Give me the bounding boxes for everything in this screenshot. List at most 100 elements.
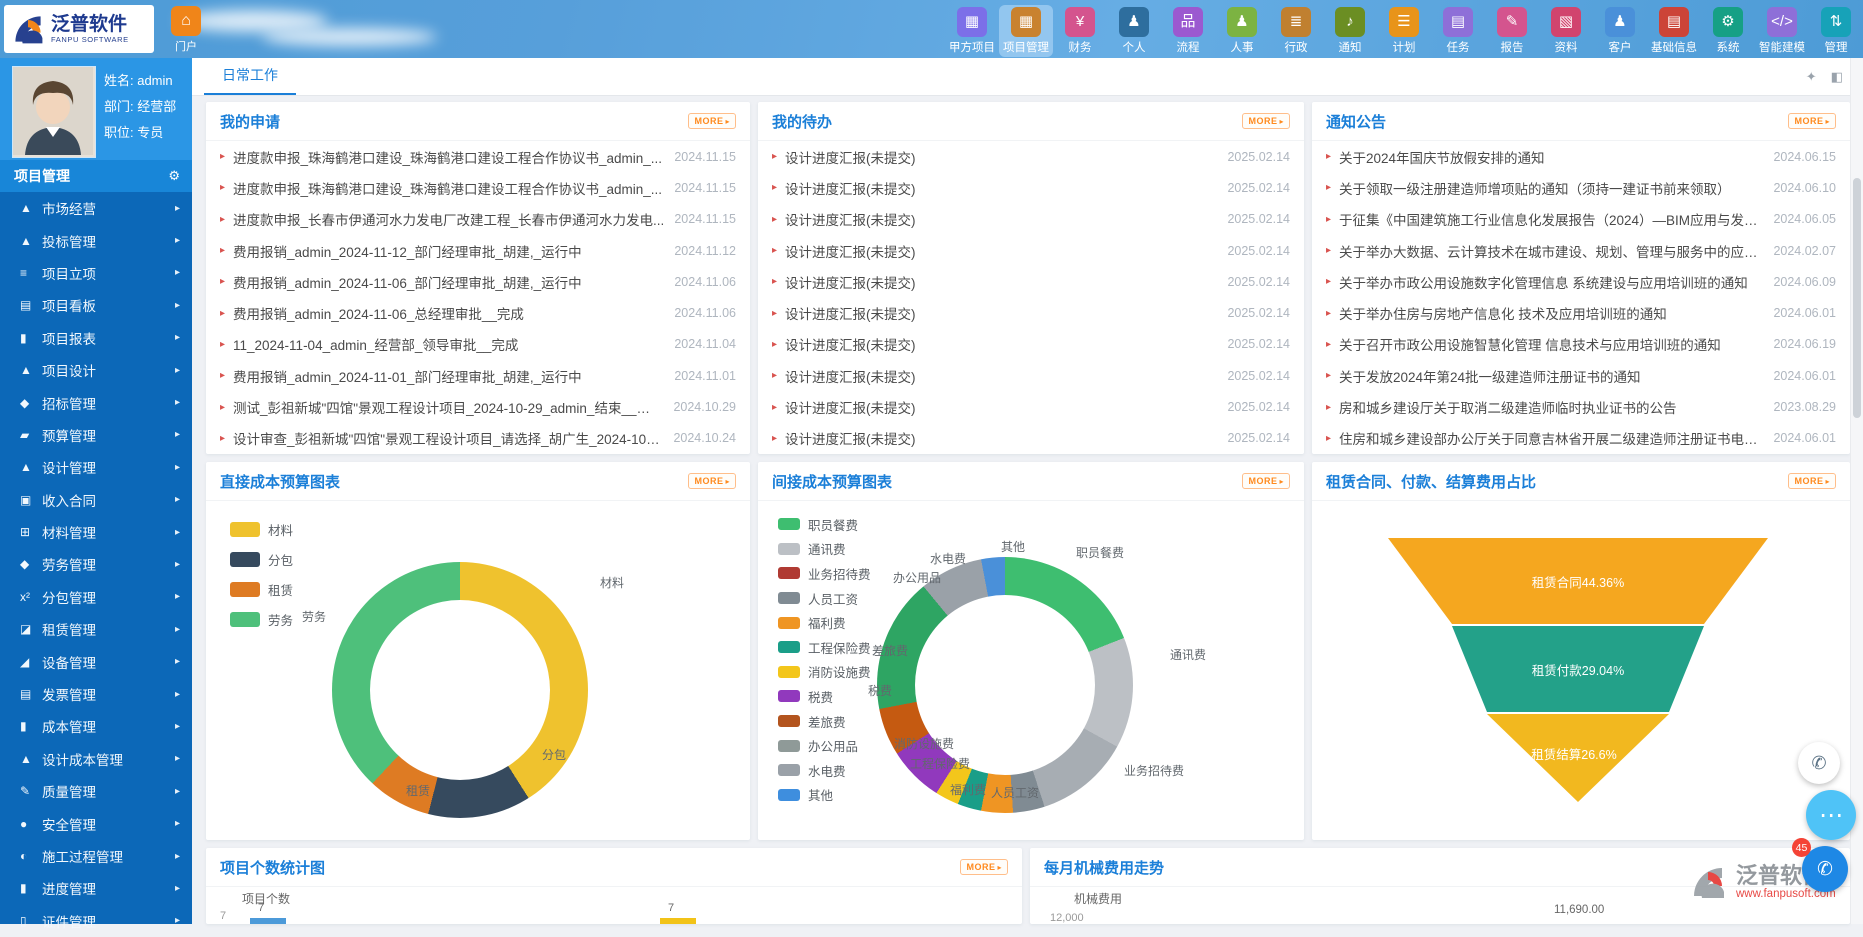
sidebar-menu-item[interactable]: ▲ 投标管理 ▸ bbox=[0, 224, 192, 256]
list-item[interactable]: ▸ 房和城乡建设厅关于取消二级建造师临时执业证书的公告 2023.08.29 bbox=[1312, 391, 1850, 422]
more-button[interactable]: MORE▸ bbox=[1788, 473, 1836, 489]
sidebar-menu-item[interactable]: ▲ 项目设计 ▸ bbox=[0, 354, 192, 386]
support-button[interactable]: ✆ bbox=[1798, 742, 1840, 784]
sidebar-menu-item[interactable]: ▰ 预算管理 ▸ bbox=[0, 419, 192, 451]
sidebar-menu-item[interactable]: x² 分包管理 ▸ bbox=[0, 581, 192, 613]
sidebar-menu-item[interactable]: ◆ 招标管理 ▸ bbox=[0, 386, 192, 418]
gear-icon[interactable]: ⚙ bbox=[168, 160, 180, 192]
legend-item[interactable]: 人员工资 bbox=[778, 586, 871, 611]
legend-item[interactable]: 材料 bbox=[230, 514, 293, 544]
more-button[interactable]: MORE▸ bbox=[1242, 473, 1290, 489]
list-item[interactable]: ▸ 设计进度汇报(未提交) 2025.02.14 bbox=[758, 235, 1304, 266]
legend-item[interactable]: 通讯费 bbox=[778, 537, 871, 562]
tab-daily-work[interactable]: 日常工作 bbox=[204, 58, 296, 95]
chat-button[interactable]: ⋯ bbox=[1806, 790, 1856, 840]
list-item[interactable]: ▸ 关于召开市政公用设施智慧化管理 信息技术与应用培训班的通知 2024.06.… bbox=[1312, 329, 1850, 360]
top-nav-item[interactable]: ☰ 计划 bbox=[1377, 5, 1431, 57]
legend-item[interactable]: 福利费 bbox=[778, 610, 871, 635]
list-item[interactable]: ▸ 设计进度汇报(未提交) 2025.02.14 bbox=[758, 297, 1304, 328]
legend-item[interactable]: 水电费 bbox=[778, 758, 871, 783]
sidebar-menu-item[interactable]: ⊞ 材料管理 ▸ bbox=[0, 516, 192, 548]
list-item[interactable]: ▸ 设计进度汇报(未提交) 2025.02.14 bbox=[758, 360, 1304, 391]
list-item[interactable]: ▸ 进度款申报_珠海鹤港口建设_珠海鹤港口建设工程合作协议书_admin_...… bbox=[206, 172, 750, 203]
list-item[interactable]: ▸ 进度款申报_珠海鹤港口建设_珠海鹤港口建设工程合作协议书_admin_...… bbox=[206, 141, 750, 172]
legend-item[interactable]: 其他 bbox=[778, 783, 871, 808]
top-nav-item[interactable]: 品 流程 bbox=[1161, 5, 1215, 57]
bar[interactable] bbox=[250, 918, 286, 924]
top-nav-item[interactable]: ♟ 客户 bbox=[1593, 5, 1647, 57]
list-item[interactable]: ▸ 设计审查_彭祖新城"四馆"景观工程设计项目_请选择_胡广生_2024-10-… bbox=[206, 423, 750, 454]
list-item[interactable]: ▸ 设计进度汇报(未提交) 2025.02.14 bbox=[758, 329, 1304, 360]
legend-item[interactable]: 租赁 bbox=[230, 574, 293, 604]
legend-item[interactable]: 消防设施费 bbox=[778, 660, 871, 685]
legend-item[interactable]: 业务招待费 bbox=[778, 561, 871, 586]
top-nav-item[interactable]: ▦ 甲方项目 bbox=[945, 5, 999, 57]
list-item[interactable]: ▸ 设计进度汇报(未提交) 2025.02.14 bbox=[758, 204, 1304, 235]
top-nav-item[interactable]: ▤ 基础信息 bbox=[1647, 5, 1701, 57]
sidebar-section-header[interactable]: 项目管理 ⚙ bbox=[0, 160, 192, 192]
legend-item[interactable]: 职员餐费 bbox=[778, 512, 871, 537]
notification-badge[interactable]: 45 bbox=[1792, 838, 1811, 857]
sidebar-menu-item[interactable]: ◆ 劳务管理 ▸ bbox=[0, 548, 192, 580]
sidebar-menu-item[interactable]: ▤ 项目看板 ▸ bbox=[0, 289, 192, 321]
more-button[interactable]: MORE▸ bbox=[1242, 113, 1290, 129]
sidebar-menu-item[interactable]: ▣ 收入合同 ▸ bbox=[0, 484, 192, 516]
list-item[interactable]: ▸ 费用报销_admin_2024-11-06_部门经理审批_胡建,_运行中 2… bbox=[206, 266, 750, 297]
list-item[interactable]: ▸ 测试_彭祖新城"四馆"景观工程设计项目_2024-10-29_admin_结… bbox=[206, 391, 750, 422]
sidebar-menu-item[interactable]: ▲ 设计成本管理 ▸ bbox=[0, 743, 192, 775]
legend-item[interactable]: 办公用品 bbox=[778, 733, 871, 758]
more-button[interactable]: MORE▸ bbox=[960, 859, 1008, 875]
list-item[interactable]: ▸ 关于举办大数据、云计算技术在城市建设、规划、管理与服务中的应用培训班... … bbox=[1312, 235, 1850, 266]
list-item[interactable]: ▸ 设计进度汇报(未提交) 2025.02.14 bbox=[758, 141, 1304, 172]
more-button[interactable]: MORE▸ bbox=[688, 473, 736, 489]
sidebar-menu-item[interactable]: ▲ 设计管理 ▸ bbox=[0, 451, 192, 483]
top-nav-item[interactable]: </> 智能建模 bbox=[1755, 5, 1809, 57]
legend-item[interactable]: 分包 bbox=[230, 544, 293, 574]
sidebar-menu-item[interactable]: ◐ 施工过程管理 ▸ bbox=[0, 840, 192, 872]
donut-chart-direct-cost[interactable] bbox=[332, 562, 588, 818]
sidebar-menu-item[interactable]: ▲ 市场经营 ▸ bbox=[0, 192, 192, 224]
portal-nav-item[interactable]: ⌂ 门户 bbox=[168, 6, 204, 54]
top-nav-item[interactable]: ≣ 行政 bbox=[1269, 5, 1323, 57]
list-item[interactable]: ▸ 费用报销_admin_2024-11-01_部门经理审批_胡建,_运行中 2… bbox=[206, 360, 750, 391]
top-nav-item[interactable]: ♟ 个人 bbox=[1107, 5, 1161, 57]
top-nav-item[interactable]: ▦ 项目管理 bbox=[999, 5, 1053, 57]
list-item[interactable]: ▸ 住房和城乡建设部办公厅关于同意吉林省开展二级建造师注册证书电子化试点... … bbox=[1312, 423, 1850, 454]
list-item[interactable]: ▸ 11_2024-11-04_admin_经营部_领导审批__完成 2024.… bbox=[206, 329, 750, 360]
legend-item[interactable]: 劳务 bbox=[230, 604, 293, 634]
top-nav-item[interactable]: ⚙ 系统 bbox=[1701, 5, 1755, 57]
list-item[interactable]: ▸ 关于发放2024年第24批一级建造师注册证书的通知 2024.06.01 bbox=[1312, 360, 1850, 391]
sidebar-menu-item[interactable]: ▮ 成本管理 ▸ bbox=[0, 710, 192, 742]
list-item[interactable]: ▸ 于征集《中国建筑施工行业信息化发展报告（2024）—BIM应用与发展》材料.… bbox=[1312, 204, 1850, 235]
sidebar-menu-item[interactable]: ◪ 租赁管理 ▸ bbox=[0, 613, 192, 645]
sidebar-menu-item[interactable]: ▤ 发票管理 ▸ bbox=[0, 678, 192, 710]
top-nav-item[interactable]: ♟ 人事 bbox=[1215, 5, 1269, 57]
list-item[interactable]: ▸ 费用报销_admin_2024-11-06_总经理审批__完成 2024.1… bbox=[206, 297, 750, 328]
top-nav-item[interactable]: ▧ 资料 bbox=[1539, 5, 1593, 57]
legend-item[interactable]: 差旅费 bbox=[778, 709, 871, 734]
list-item[interactable]: ▸ 设计进度汇报(未提交) 2025.02.14 bbox=[758, 266, 1304, 297]
more-button[interactable]: MORE▸ bbox=[1788, 113, 1836, 129]
list-item[interactable]: ▸ 关于2024年国庆节放假安排的通知 2024.06.15 bbox=[1312, 141, 1850, 172]
top-nav-item[interactable]: ¥ 财务 bbox=[1053, 5, 1107, 57]
sidebar-menu-item[interactable]: ▮ 进度管理 ▸ bbox=[0, 872, 192, 904]
key-icon[interactable]: ✦ bbox=[1806, 69, 1817, 85]
sidebar-menu-item[interactable]: ● 安全管理 ▸ bbox=[0, 807, 192, 839]
top-nav-item[interactable]: ▤ 任务 bbox=[1431, 5, 1485, 57]
legend-item[interactable]: 税费 bbox=[778, 684, 871, 709]
sidebar-menu-item[interactable]: ▯ 证件管理 ▸ bbox=[0, 905, 192, 937]
list-item[interactable]: ▸ 关于举办住房与房地产信息化 技术及应用培训班的通知 2024.06.01 bbox=[1312, 297, 1850, 328]
collapse-panel-icon[interactable]: ◧ bbox=[1831, 69, 1843, 85]
legend-item[interactable]: 工程保险费 bbox=[778, 635, 871, 660]
top-nav-item[interactable]: ⇅ 管理 bbox=[1809, 5, 1863, 57]
bar[interactable] bbox=[660, 918, 696, 924]
top-nav-item[interactable]: ♪ 通知 bbox=[1323, 5, 1377, 57]
list-item[interactable]: ▸ 设计进度汇报(未提交) 2025.02.14 bbox=[758, 172, 1304, 203]
list-item[interactable]: ▸ 费用报销_admin_2024-11-12_部门经理审批_胡建,_运行中 2… bbox=[206, 235, 750, 266]
list-item[interactable]: ▸ 设计进度汇报(未提交) 2025.02.14 bbox=[758, 423, 1304, 454]
sidebar-menu-item[interactable]: ≡ 项目立项 ▸ bbox=[0, 257, 192, 289]
scrollbar-thumb[interactable] bbox=[1853, 178, 1861, 418]
list-item[interactable]: ▸ 关于举办市政公用设施数字化管理信息 系统建设与应用培训班的通知 2024.0… bbox=[1312, 266, 1850, 297]
sidebar-menu-item[interactable]: ✎ 质量管理 ▸ bbox=[0, 775, 192, 807]
more-button[interactable]: MORE▸ bbox=[688, 113, 736, 129]
